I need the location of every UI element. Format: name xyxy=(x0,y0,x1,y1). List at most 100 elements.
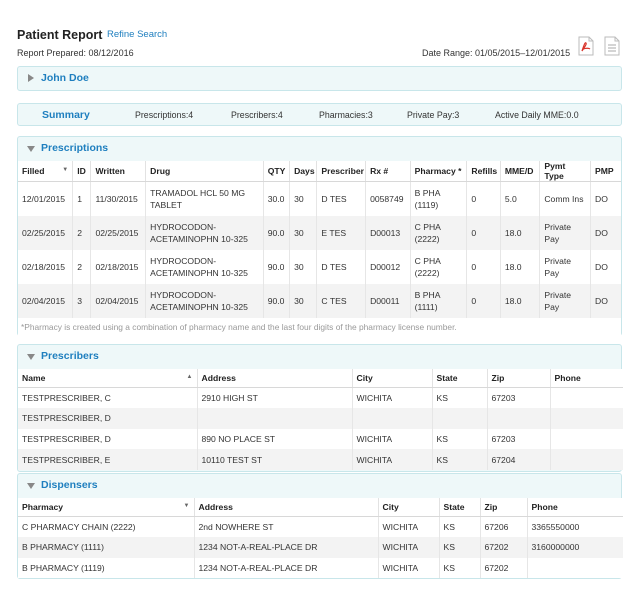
cell-address xyxy=(197,407,353,429)
report-header: Patient Report Refine Search Report Prep… xyxy=(17,26,629,64)
cell-city: WICHITA xyxy=(378,557,440,579)
cell-days: 30 xyxy=(289,249,318,284)
chevron-down-icon[interactable] xyxy=(27,483,35,489)
col-address[interactable]: Address xyxy=(197,369,353,388)
pdf-icon[interactable] xyxy=(578,36,594,56)
col-prescriber[interactable]: Prescriber xyxy=(316,161,367,182)
cell-address: 10110 TEST ST xyxy=(197,449,353,471)
cell-name: TESTPRESCRIBER, E xyxy=(18,449,198,471)
col-filled[interactable]: Filled ▼ xyxy=(18,161,74,182)
cell-phone xyxy=(527,558,623,579)
cell-written: 02/18/2015 xyxy=(90,249,147,284)
cell-mme: 18.0 xyxy=(500,249,541,284)
table-row: 12/01/2015 1 11/30/2015 TRAMADOL HCL 50 … xyxy=(18,181,621,216)
cell-pharmacy: C PHARMACY CHAIN (2222) xyxy=(18,516,195,537)
cell-drug: HYDROCODON-ACETAMINOPHN 10-325 xyxy=(145,283,264,318)
cell-pymt-type: Private Pay xyxy=(539,283,592,318)
patient-name[interactable]: John Doe xyxy=(41,72,89,84)
prescriptions-panel: Prescriptions Filled ▼ ID Written Drug QT… xyxy=(17,136,622,336)
col-phone[interactable]: Phone xyxy=(527,498,623,517)
cell-pharmacy: B PHARMACY (1119) xyxy=(18,557,195,579)
table-row: C PHARMACY CHAIN (2222) 2nd NOWHERE ST W… xyxy=(18,516,623,537)
cell-state: KS xyxy=(432,428,488,450)
cell-refills: 0 xyxy=(466,249,501,284)
col-mme[interactable]: MME/D xyxy=(500,161,541,182)
col-rx-number[interactable]: Rx # xyxy=(365,161,411,182)
cell-zip: 67202 xyxy=(480,536,528,558)
col-city[interactable]: City xyxy=(352,369,433,388)
cell-pmp: DO xyxy=(595,261,608,272)
col-pharmacy[interactable]: Pharmacy * xyxy=(410,161,468,182)
col-zip[interactable]: Zip xyxy=(480,498,528,517)
cell-state xyxy=(432,407,488,429)
col-written[interactable]: Written xyxy=(90,161,147,182)
cell-name: TESTPRESCRIBER, D xyxy=(18,428,198,450)
col-drug[interactable]: Drug xyxy=(145,161,264,182)
col-refills[interactable]: Refills xyxy=(466,161,501,182)
chevron-down-icon[interactable] xyxy=(27,354,35,360)
cell-drug: TRAMADOL HCL 50 MG TABLET xyxy=(145,181,264,216)
cell-rx-number: D00011 xyxy=(365,283,411,318)
cell-state: KS xyxy=(439,557,481,579)
table-row: TESTPRESCRIBER, D 890 NO PLACE ST WICHIT… xyxy=(18,428,623,450)
col-pmp[interactable]: PMP xyxy=(590,161,621,182)
sort-down-icon[interactable]: ▼ xyxy=(184,503,190,509)
col-id[interactable]: ID xyxy=(72,161,92,182)
col-pharmacy[interactable]: Pharmacy ▼ xyxy=(18,498,195,517)
cell-zip: 67204 xyxy=(487,449,551,471)
table-row: TESTPRESCRIBER, D xyxy=(18,407,623,429)
cell-refills: 0 xyxy=(466,181,501,216)
cell-drug: HYDROCODON-ACETAMINOPHN 10-325 xyxy=(145,215,264,250)
cell-state: KS xyxy=(432,449,488,471)
col-address[interactable]: Address xyxy=(194,498,379,517)
col-days[interactable]: Days xyxy=(289,161,318,182)
summary-prescribers: Prescribers:4 xyxy=(231,110,283,120)
table-row: TESTPRESCRIBER, E 10110 TEST ST WICHITA … xyxy=(18,449,623,471)
col-name[interactable]: Name ▲ xyxy=(18,369,198,388)
cell-city: WICHITA xyxy=(378,536,440,558)
col-phone[interactable]: Phone xyxy=(550,369,623,388)
cell-pymt-type: Private Pay xyxy=(539,215,592,250)
cell-filled: 12/01/2015 xyxy=(18,181,74,216)
cell-phone: 3365550000 xyxy=(531,521,580,532)
col-city[interactable]: City xyxy=(378,498,440,517)
cell-qty: 30.0 xyxy=(263,181,291,216)
cell-zip: 67203 xyxy=(487,387,551,408)
col-qty[interactable]: QTY xyxy=(263,161,291,182)
prescriptions-title[interactable]: Prescriptions xyxy=(41,142,108,154)
cell-address: 890 NO PLACE ST xyxy=(197,428,353,450)
sort-up-icon[interactable]: ▲ xyxy=(187,374,193,380)
prescribers-title[interactable]: Prescribers xyxy=(41,350,99,362)
summary-prescriptions: Prescriptions:4 xyxy=(135,110,194,120)
table-row: 02/04/2015 3 02/04/2015 HYDROCODON-ACETA… xyxy=(18,283,621,318)
cell-pymt-type: Comm Ins xyxy=(539,181,592,216)
cell-pharmacy: B PHARMACY (1111) xyxy=(18,536,195,558)
cell-zip xyxy=(487,407,551,429)
dispensers-title[interactable]: Dispensers xyxy=(41,479,98,491)
cell-name: TESTPRESCRIBER, C xyxy=(18,387,198,408)
col-zip[interactable]: Zip xyxy=(487,369,551,388)
page-title: Patient Report xyxy=(17,28,103,42)
prescribers-table: Name ▲ Address City State Zip Phone TESTP… xyxy=(18,369,623,471)
prescribers-panel: Prescribers Name ▲ Address City State Zip… xyxy=(17,344,623,472)
cell-address: 1234 NOT-A-REAL-PLACE DR xyxy=(194,536,379,558)
sort-down-icon[interactable]: ▼ xyxy=(62,167,68,173)
chevron-right-icon[interactable] xyxy=(28,74,34,82)
cell-days: 30 xyxy=(289,181,318,216)
cell-days: 30 xyxy=(289,215,318,250)
cell-phone xyxy=(550,407,623,429)
cell-id: 2 xyxy=(72,215,92,250)
cell-refills: 0 xyxy=(466,215,501,250)
cell-id: 2 xyxy=(72,249,92,284)
document-icon[interactable] xyxy=(604,36,620,56)
col-state[interactable]: State xyxy=(432,369,488,388)
col-state[interactable]: State xyxy=(439,498,481,517)
patient-panel[interactable]: John Doe xyxy=(17,66,622,91)
refine-search-link[interactable]: Refine Search xyxy=(107,29,167,40)
cell-pymt-type: Private Pay xyxy=(539,249,592,284)
col-pymt-type[interactable]: Pymt Type xyxy=(539,161,592,182)
chevron-down-icon[interactable] xyxy=(27,146,35,152)
cell-qty: 90.0 xyxy=(263,283,291,318)
cell-city xyxy=(352,407,433,429)
cell-pmp: DO xyxy=(590,283,621,318)
